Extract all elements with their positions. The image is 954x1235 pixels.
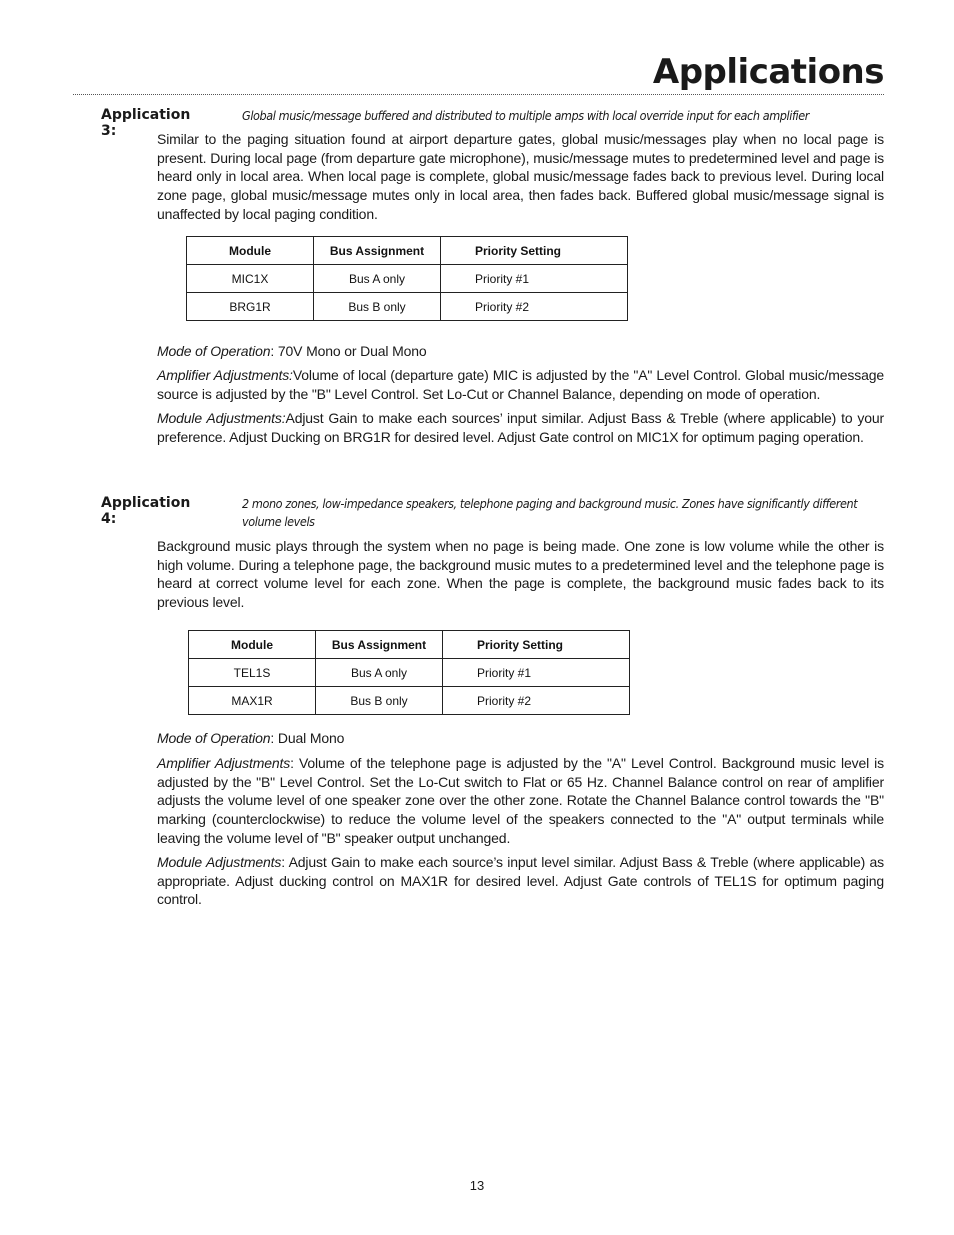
table-cell: Bus A only [315, 658, 443, 687]
table-cell: Bus B only [315, 686, 443, 715]
application-3-module-adjustments: Module Adjustments:Adjust Gain to make e… [157, 409, 884, 446]
application-3-subtitle: Global music/message buffered and distri… [242, 108, 809, 123]
page-title: Applications [652, 52, 885, 92]
table-cell: Priority #1 [440, 264, 628, 293]
amp-label: Amplifier Adjustments: [157, 367, 293, 383]
table-cell: MAX1R [188, 686, 316, 715]
table-header: Module [186, 236, 314, 265]
application-4-description: Background music plays through the syste… [157, 538, 884, 611]
table-header: Bus Assignment [315, 630, 443, 659]
table-cell: Bus B only [313, 292, 441, 321]
table-cell: TEL1S [188, 658, 316, 687]
application-4-table: Module Bus Assignment Priority Setting T… [188, 630, 630, 715]
mode-value: : Dual Mono [270, 730, 345, 746]
title-divider [73, 94, 884, 95]
application-3-table: Module Bus Assignment Priority Setting M… [186, 236, 628, 321]
mode-value: : 70V Mono or Dual Mono [270, 343, 427, 359]
module-label: Module Adjustments [157, 854, 282, 870]
table-header-row: Module Bus Assignment Priority Setting [186, 236, 628, 265]
mode-label: Mode of Operation [157, 343, 271, 359]
table-cell: Priority #1 [442, 658, 630, 687]
application-4-label: Application 4: [101, 495, 191, 527]
table-header-row: Module Bus Assignment Priority Setting [188, 630, 630, 659]
application-4-module-adjustments: Module Adjustments: Adjust Gain to make … [157, 853, 884, 909]
application-3-description: Similar to the paging situation found at… [157, 131, 884, 222]
table-row: BRG1R Bus B only Priority #2 [186, 292, 628, 321]
application-3-amplifier-adjustments: Amplifier Adjustments:Volume of local (d… [157, 366, 884, 403]
module-label: Module Adjustments: [157, 410, 286, 426]
table-row: MIC1X Bus A only Priority #1 [186, 264, 628, 293]
table-header: Priority Setting [442, 630, 630, 659]
page-number: 13 [469, 1178, 485, 1193]
table-cell: Priority #2 [440, 292, 628, 321]
application-4-subtitle: 2 mono zones, low-impedance speakers, te… [242, 496, 858, 529]
table-cell: Bus A only [313, 264, 441, 293]
table-cell: BRG1R [186, 292, 314, 321]
table-row: MAX1R Bus B only Priority #2 [188, 686, 630, 715]
table-header: Bus Assignment [313, 236, 441, 265]
application-4-mode: Mode of Operation: Dual Mono [157, 729, 884, 748]
table-header: Priority Setting [440, 236, 628, 265]
mode-label: Mode of Operation [157, 730, 271, 746]
amp-label: Amplifier Adjustments [157, 755, 291, 771]
table-cell: Priority #2 [442, 686, 630, 715]
table-header: Module [188, 630, 316, 659]
table-cell: MIC1X [186, 264, 314, 293]
table-row: TEL1S Bus A only Priority #1 [188, 658, 630, 687]
application-3-mode: Mode of Operation: 70V Mono or Dual Mono [157, 342, 884, 361]
application-4-amplifier-adjustments: Amplifier Adjustments: Volume of the tel… [157, 754, 884, 848]
